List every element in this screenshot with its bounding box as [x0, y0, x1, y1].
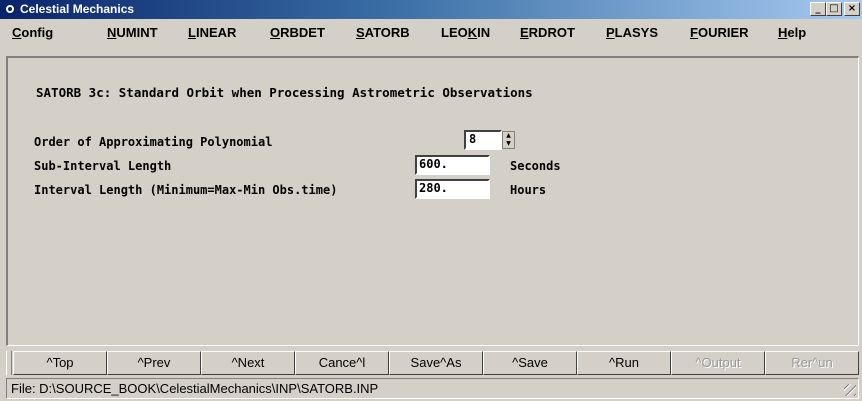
menu-numint[interactable]: NUMINT [107, 25, 158, 41]
status-bar: File: D:\SOURCE_BOOK\CelestialMechanics\… [6, 378, 859, 399]
menu-plasys[interactable]: PLASYS [606, 25, 658, 41]
spin-down-icon[interactable]: ▼ [503, 140, 514, 148]
status-file-path: File: D:\SOURCE_BOOK\CelestialMechanics\… [11, 381, 379, 396]
prev-button[interactable]: ^Prev [107, 351, 201, 375]
caption-buttons: _ □ × [810, 2, 860, 16]
maximize-button[interactable]: □ [826, 2, 842, 16]
app-window: Celestial Mechanics _ □ × Config NUMINT … [0, 0, 862, 401]
menu-linear[interactable]: LINEAR [188, 25, 236, 41]
close-button[interactable]: × [844, 2, 860, 16]
run-button[interactable]: ^Run [577, 351, 671, 375]
interval-unit: Hours [510, 183, 547, 197]
cancel-button[interactable]: Cance^l [295, 351, 389, 375]
title-bar[interactable]: Celestial Mechanics _ □ × [0, 0, 862, 19]
subinterval-label: Sub-Interval Length [34, 159, 172, 173]
menu-help[interactable]: Help [778, 25, 806, 41]
next-button[interactable]: ^Next [201, 351, 295, 375]
order-label: Order of Approximating Polynomial [34, 135, 273, 149]
toolbar-grip[interactable] [6, 351, 12, 375]
output-button[interactable]: ^Output [671, 351, 765, 375]
menu-satorb[interactable]: SATORB [356, 25, 410, 41]
window-title: Celestial Mechanics [20, 2, 135, 16]
top-button[interactable]: ^Top [13, 351, 107, 375]
spin-up-icon[interactable]: ▲ [503, 132, 514, 140]
minimize-button[interactable]: _ [810, 2, 826, 16]
interval-input[interactable]: 280. [415, 179, 490, 199]
menu-config[interactable]: Config [12, 25, 53, 41]
menu-orbdet[interactable]: ORBDET [270, 25, 325, 41]
resize-grip-icon[interactable] [844, 384, 856, 396]
rerun-button[interactable]: Rer^un [765, 351, 859, 375]
menu-erdrot[interactable]: ERDROT [520, 25, 575, 41]
order-value[interactable]: 8 [464, 130, 502, 150]
menu-fourier[interactable]: FOURIER [690, 25, 749, 41]
save-button[interactable]: ^Save [483, 351, 577, 375]
button-toolbar: ^Top ^Prev ^Next Cance^l Save^As ^Save ^… [6, 351, 859, 375]
spin-arrows[interactable]: ▲ ▼ [502, 131, 515, 149]
save-as-button[interactable]: Save^As [389, 351, 483, 375]
page-title: SATORB 3c: Standard Orbit when Processin… [36, 85, 533, 100]
menu-bar: Config NUMINT LINEAR ORBDET SATORB LEOKI… [0, 19, 862, 46]
app-icon[interactable] [4, 3, 16, 15]
interval-label: Interval Length (Minimum=Max-Min Obs.tim… [34, 183, 338, 197]
form-panel: SATORB 3c: Standard Orbit when Processin… [6, 56, 859, 346]
subinterval-unit: Seconds [510, 159, 561, 173]
subinterval-input[interactable]: 600. [415, 155, 490, 175]
order-stepper[interactable]: 8 ▲ ▼ [464, 130, 517, 150]
menu-leokin[interactable]: LEOKIN [441, 25, 490, 41]
